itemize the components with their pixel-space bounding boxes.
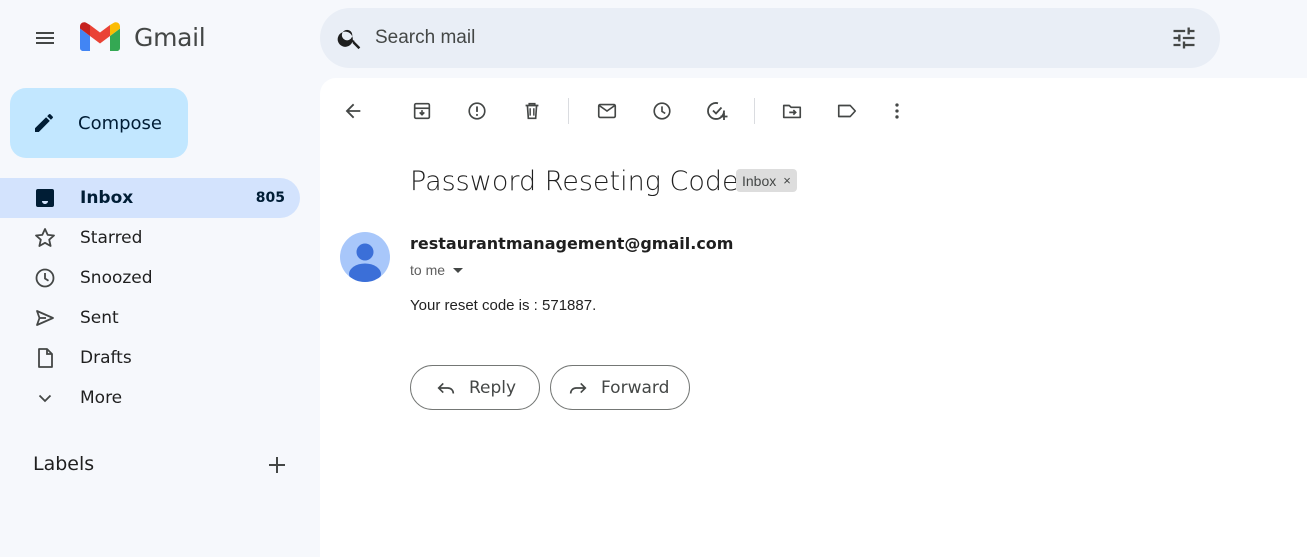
search-icon[interactable]: [336, 24, 364, 52]
label-chip-text: Inbox: [742, 172, 777, 189]
reply-icon: [437, 382, 455, 394]
delete-button[interactable]: [515, 94, 549, 128]
labels-button[interactable]: [830, 94, 864, 128]
sidebar-item-inbox[interactable]: Inbox 805: [0, 178, 300, 218]
person-icon: [349, 243, 381, 282]
archive-icon: [413, 102, 431, 120]
sidebar-item-label: Snoozed: [80, 268, 153, 288]
sidebar-item-label: Sent: [80, 308, 119, 328]
clock-icon: [35, 268, 55, 288]
top-bar: Gmail: [0, 0, 1307, 78]
report-spam-icon: [468, 102, 486, 120]
compose-button[interactable]: Compose: [10, 88, 188, 158]
forward-label: Forward: [601, 377, 670, 398]
chevron-down-icon: [38, 394, 52, 403]
search-bar[interactable]: [320, 8, 1220, 68]
search-options-icon[interactable]: [1170, 24, 1198, 52]
sidebar-item-label: Inbox: [80, 188, 134, 208]
gmail-logo[interactable]: Gmail: [80, 22, 206, 52]
email-body: Your reset code is : 571887.: [410, 297, 597, 314]
report-spam-button[interactable]: [460, 94, 494, 128]
remove-label-icon[interactable]: ×: [783, 173, 791, 188]
gmail-m-icon: [80, 22, 120, 51]
forward-icon: [569, 382, 587, 394]
pencil-icon: [35, 114, 53, 132]
labels-heading: Labels: [33, 453, 95, 475]
sidebar-item-label: Drafts: [80, 348, 132, 368]
hamburger-icon: [36, 32, 54, 44]
star-icon: [35, 228, 55, 247]
move-to-icon: [782, 104, 802, 119]
sidebar-item-sent[interactable]: Sent: [0, 298, 300, 338]
delete-icon: [525, 102, 539, 120]
add-to-tasks-button[interactable]: [700, 94, 734, 128]
send-icon: [36, 310, 54, 326]
sender-email[interactable]: restaurantmanagement@gmail.com: [410, 234, 733, 253]
compose-label: Compose: [78, 112, 163, 134]
toolbar-divider: [754, 98, 755, 124]
plus-icon[interactable]: [265, 453, 289, 477]
app-name: Gmail: [134, 22, 206, 52]
back-arrow-icon: [345, 103, 361, 119]
sidebar-item-starred[interactable]: Starred: [0, 218, 300, 258]
mark-unread-button[interactable]: [590, 94, 624, 128]
recipient-details[interactable]: to me: [410, 262, 464, 278]
caret-down-icon: [453, 267, 464, 273]
sidebar-item-snoozed[interactable]: Snoozed: [0, 258, 300, 298]
sidebar-item-drafts[interactable]: Drafts: [0, 338, 300, 378]
more-vert-icon: [895, 103, 899, 119]
inbox-icon: [36, 189, 54, 207]
forward-button[interactable]: Forward: [550, 365, 690, 410]
sidebar-item-label: Starred: [80, 228, 143, 248]
inbox-count: 805: [255, 190, 285, 206]
back-button[interactable]: [336, 94, 370, 128]
archive-button[interactable]: [405, 94, 439, 128]
sidebar-item-more[interactable]: More: [0, 378, 300, 418]
sidebar-nav: Inbox 805 Starred Snoozed Sent Drafts Mo…: [0, 178, 300, 418]
sender-avatar[interactable]: [340, 232, 390, 282]
recipient-text: to me: [410, 262, 446, 278]
message-view: Password Reseting Code. Inbox × restaura…: [320, 78, 1307, 557]
mark-unread-icon: [597, 103, 617, 119]
sidebar-item-label: More: [80, 388, 123, 408]
email-subject: Password Reseting Code.: [410, 166, 748, 197]
label-icon: [837, 104, 857, 118]
move-to-button[interactable]: [775, 94, 809, 128]
draft-icon: [38, 348, 53, 368]
add-to-tasks-icon: [707, 102, 728, 120]
inbox-label-chip[interactable]: Inbox ×: [736, 169, 797, 192]
search-input[interactable]: [375, 22, 1135, 54]
toolbar-divider: [568, 98, 569, 124]
snooze-icon: [653, 102, 671, 120]
main-menu-button[interactable]: [21, 14, 69, 62]
reply-button[interactable]: Reply: [410, 365, 540, 410]
more-options-button[interactable]: [880, 94, 914, 128]
reply-label: Reply: [469, 377, 517, 398]
snooze-button[interactable]: [645, 94, 679, 128]
